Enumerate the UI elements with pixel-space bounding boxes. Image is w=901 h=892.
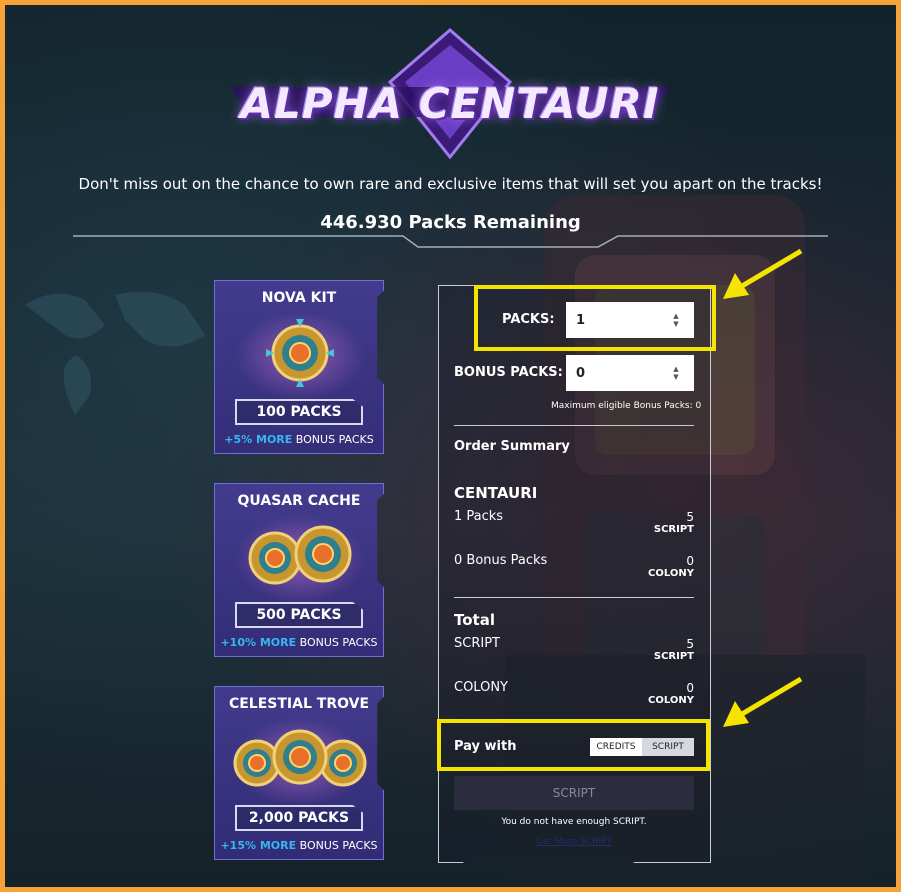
line1-unit: SCRIPT [653,524,694,535]
bonus-text: BONUS PACKS [299,636,378,649]
highlight-box-pay-with [437,719,710,771]
product-name: CENTAURI [454,484,538,502]
header-divider [73,235,828,248]
bonus-text: BONUS PACKS [299,839,378,852]
pay-script-button[interactable]: SCRIPT [454,776,694,810]
card-title: CELESTIAL TROVE [228,696,370,712]
logo-text: ALPHA CENTAURI [240,79,660,128]
bonus-label: +5% MORE BONUS PACKS [215,433,383,446]
highlight-box-packs [474,285,716,351]
pack-card-quasar-cache[interactable]: QUASAR CACHE 500 PACKS +10% MORE BONUS P… [214,483,384,657]
pack-card-nova-kit[interactable]: NOVA KIT 100 PACKS +5% MORE BONUS PACKS [214,280,384,454]
packs-remaining-counter: 446.930 Packs Remaining [320,212,581,233]
line2-label: 0 Bonus Packs [454,553,548,568]
card-title: QUASAR CACHE [237,493,361,509]
pack-count-badge: 100 PACKS [235,399,363,425]
line1-label: 1 Packs [454,509,504,524]
line1-value: 5 [686,510,694,524]
max-bonus-note: Maximum eligible Bonus Packs: 0 [551,401,702,411]
total1-label: SCRIPT [454,636,500,651]
bonus-label: +15% MORE BONUS PACKS [215,839,383,852]
total2-unit: COLONY [648,695,694,706]
total2-value: 0 [686,681,694,695]
pack-count-badge: 500 PACKS [235,602,363,628]
bonus-percent: +10% MORE [220,636,297,649]
alpha-centauri-logo: ALPHA CENTAURI [220,27,680,162]
gear-icon [248,525,352,585]
tagline: Don't miss out on the chance to own rare… [78,175,823,193]
pack-count-badge: 2,000 PACKS [235,805,363,831]
gear-icon [233,729,367,787]
card-title: NOVA KIT [261,290,337,306]
bonus-percent: +5% MORE [224,433,293,446]
pack-card-celestial-trove[interactable]: CELESTIAL TROVE 2,000 PACKS +15% MORE BO… [214,686,384,860]
total2-label: COLONY [454,680,508,695]
arrow-icon [723,248,803,299]
gear-icon [266,319,334,387]
total1-value: 5 [686,637,694,651]
line2-unit: COLONY [648,568,694,579]
background-world-map [25,291,205,415]
total-title: Total [454,611,495,629]
arrow-icon [723,676,803,727]
insufficient-funds-warning: You do not have enough SCRIPT. [501,817,647,827]
total1-unit: SCRIPT [653,651,694,662]
order-summary-title: Order Summary [454,439,570,454]
panel-divider [454,425,694,426]
bonus-label: +10% MORE BONUS PACKS [215,636,383,649]
page-frame: ALPHA CENTAURI Don't miss out on the cha… [0,0,901,892]
get-more-script-link[interactable]: Get More SCRIPT [454,837,694,847]
bonus-percent: +15% MORE [220,839,297,852]
line2-value: 0 [686,554,694,568]
bonus-stepper-icon[interactable]: ▲ ▼ [671,365,681,381]
bonus-text: BONUS PACKS [295,433,374,446]
bonus-packs-label: BONUS PACKS: [454,365,563,380]
panel-divider [454,597,694,598]
